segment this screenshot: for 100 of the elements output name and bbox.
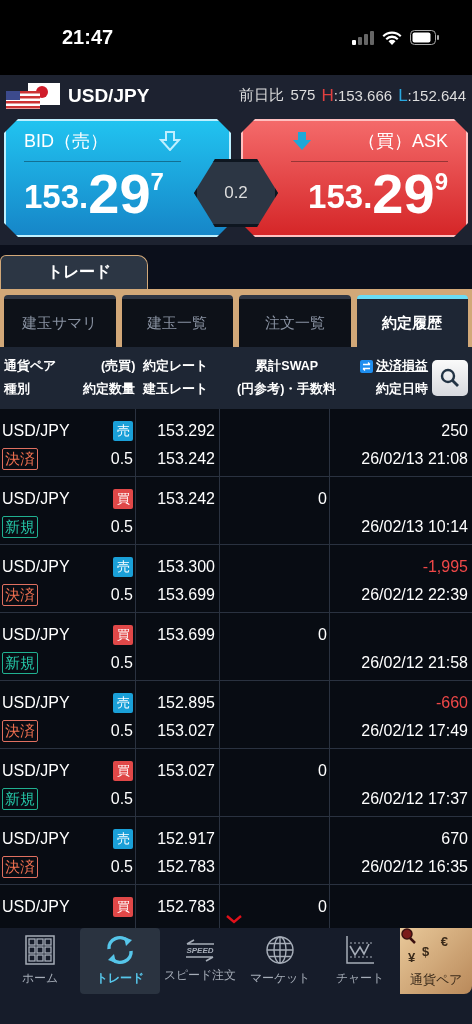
column-header: 通貨ペア [4,358,57,375]
down-arrow-icon [159,131,181,151]
tab[interactable]: 建玉一覧 [121,295,233,347]
quantity-text: 0.5 [110,790,133,808]
section-tab[interactable]: トレード [0,255,148,289]
side-badge: 売 [113,421,133,441]
column-header: (売買) [101,358,136,375]
currency-symbol: $ [422,944,430,959]
pair-text: USD/JPY [2,830,70,848]
signal-icon [352,30,374,45]
rate-text: 153.699 [157,626,215,644]
datetime-text: 26/02/12 17:49 [361,722,468,740]
order-type-tag: 新規 [2,652,38,674]
currency-pair-button[interactable]: € ¥ $ 通貨ペア [400,928,472,994]
tab[interactable]: 建玉サマリ [4,295,116,347]
column-header: 約定数量 [83,381,136,398]
column-header: 建玉レート [143,381,210,398]
rate-text: 153.699 [157,586,215,604]
currency-symbol: ¥ [408,950,416,965]
wifi-icon [382,30,402,45]
datetime-text: 26/02/12 16:35 [361,858,468,876]
nav-tab[interactable]: ホーム [0,928,80,994]
history-row[interactable]: USD/JPY 決済 売 0.5 152.917 152.783 670 26/02/12 16:35 [0,817,472,885]
rate-text: 152.917 [157,830,215,848]
grid-icon [25,935,55,965]
flag-icon [6,83,62,109]
change-label: 前日比 [239,86,285,105]
order-type-tag: 決済 [2,720,38,742]
nav-tab[interactable]: チャート [320,928,400,994]
history-row[interactable]: USD/JPY 決済 売 0.5 153.292 153.242 250 26/02/13 21:08 [0,409,472,477]
rate-text: 153.027 [157,762,215,780]
battery-icon [410,30,440,45]
order-type-tag: 決済 [2,448,38,470]
datetime-text: 26/02/12 17:37 [361,790,468,808]
history-row[interactable]: USD/JPY 決済 売 0.5 153.300 153.699 -1,995 26/02/12 22:39 [0,545,472,613]
refresh-icon [104,935,136,965]
column-header: 約定日時 [376,381,429,398]
order-type-tag: 新規 [2,516,38,538]
rate-text: 152.783 [157,898,215,916]
column-header: 累計SWAP [255,358,319,375]
pair-text: USD/JPY [2,762,70,780]
side-badge: 買 [113,625,133,645]
swap-text: 0 [318,626,327,644]
pair-text: USD/JPY [2,558,70,576]
sort-link[interactable]: 決済損益 [376,358,429,375]
change-value: 575 [290,86,316,105]
rate-text: 153.292 [157,422,215,440]
swap-arrows-icon [360,360,374,373]
pair-text: USD/JPY [2,626,70,644]
nav-tab[interactable]: トレード [80,928,160,994]
tab[interactable]: 注文一覧 [239,295,351,347]
history-row[interactable]: USD/JPY 決済 売 0.5 152.895 153.027 -660 26/02/12 17:49 [0,681,472,749]
column-header: (円参考)・手数料 [237,381,337,398]
currency-pair: USD/JPY [68,85,150,107]
search-button[interactable] [432,360,468,396]
datetime-text: 26/02/13 10:14 [361,518,468,536]
down-arrow-icon [291,131,313,151]
quantity-text: 0.5 [110,654,133,672]
pair-text: USD/JPY [2,422,70,440]
side-badge: 買 [113,489,133,509]
currency-symbol: € [440,934,448,949]
history-row[interactable]: USD/JPY 新規 買 0.5 153.699 0 26/02/12 21:58 [0,613,472,681]
line-chart-icon [345,935,375,965]
history-row[interactable]: USD/JPY 新規 買 0.5 153.242 0 26/02/13 10:14 [0,477,472,545]
rate-text: 153.027 [157,722,215,740]
order-type-tag: 新規 [2,788,38,810]
side-badge: 売 [113,829,133,849]
profit-text: 670 [441,830,468,848]
tab[interactable]: 約定履歴 [356,295,468,347]
nav-tab[interactable]: マーケット [240,928,320,994]
rate-text: 153.242 [157,450,215,468]
rate-text: 153.300 [157,558,215,576]
datetime-text: 26/02/13 21:08 [361,450,468,468]
profit-text: 250 [441,422,468,440]
side-badge: 買 [113,761,133,781]
rate-text: 153.242 [157,490,215,508]
swap-text: 0 [318,762,327,780]
order-type-tag: 決済 [2,856,38,878]
quantity-text: 0.5 [110,450,133,468]
side-badge: 売 [113,557,133,577]
profit-text: -660 [435,694,468,712]
low-price: L:152.644 [398,86,466,106]
swap-text: 0 [318,490,327,508]
rate-text: 152.895 [157,694,215,712]
side-badge: 売 [113,693,133,713]
high-price: H:153.666 [321,86,393,106]
quantity-text: 0.5 [110,586,133,604]
swap-text: 0 [318,898,327,916]
globe-icon [265,935,295,965]
profit-text: -1,995 [422,558,468,576]
quantity-text: 0.5 [110,858,133,876]
search-icon [440,368,461,388]
chevron-down-icon [226,915,242,924]
column-header: 約定レート [143,358,210,375]
quantity-text: 0.5 [110,518,133,536]
rate-text: 152.783 [157,858,215,876]
clock-time: 21:47 [62,26,114,49]
history-row[interactable]: USD/JPY 新規 買 0.5 153.027 0 26/02/12 17:37 [0,749,472,817]
nav-tab[interactable]: SPEED スピード注文 [160,928,240,994]
pair-text: USD/JPY [2,694,70,712]
